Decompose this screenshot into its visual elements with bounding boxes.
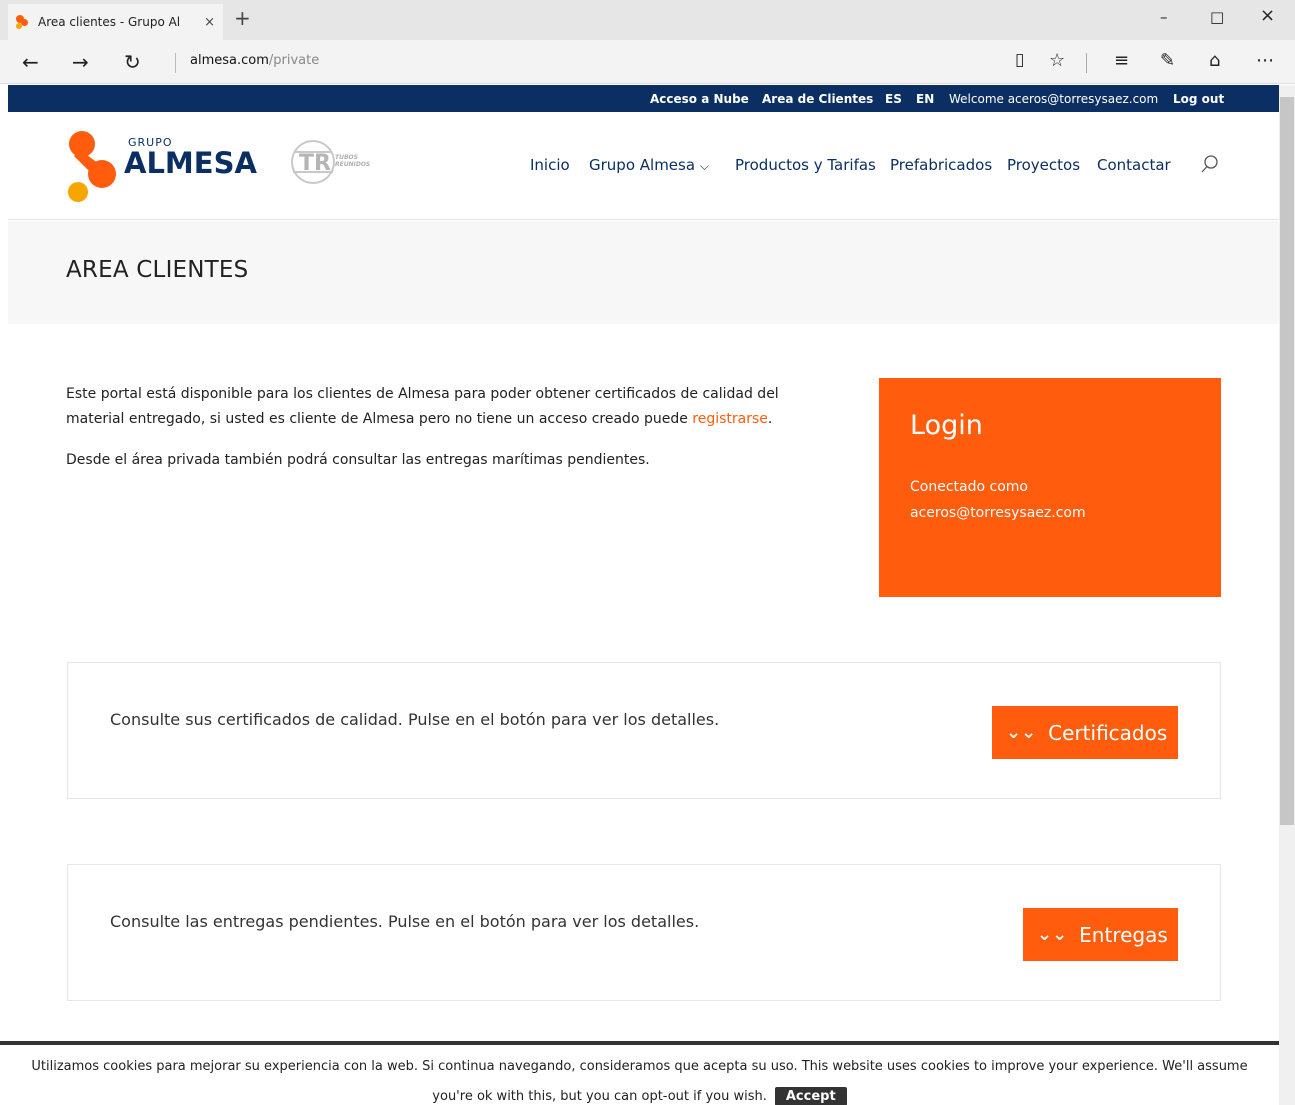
registrarse-link[interactable]: registrarse <box>692 411 768 427</box>
lang-en-link[interactable]: EN <box>916 92 934 106</box>
refresh-icon[interactable]: ↻ <box>124 50 141 74</box>
hub-icon[interactable]: ≡ <box>1114 50 1129 71</box>
double-chevron-down-icon: ⌄⌄ <box>1037 924 1068 945</box>
intro-text: Este portal está disponible para los cli… <box>66 382 806 489</box>
nav-inicio[interactable]: Inicio <box>530 156 570 174</box>
forward-icon[interactable]: → <box>72 50 89 74</box>
search-icon[interactable] <box>1200 154 1220 174</box>
cookie-banner: Utilizamos cookies para mejorar su exper… <box>0 1041 1279 1105</box>
window-close-icon[interactable]: × <box>1260 5 1275 26</box>
svg-text:TR: TR <box>299 151 331 176</box>
connected-as-label: Conectado como <box>910 479 1028 495</box>
accept-cookies-button[interactable]: Accept <box>774 1087 847 1105</box>
share-icon[interactable]: ⌂ <box>1209 50 1220 71</box>
certificados-button[interactable]: ⌄⌄ Certificados <box>992 706 1178 759</box>
lang-es-link[interactable]: ES <box>885 92 902 106</box>
site-header: GRUPO ALMESA TR TUBOS REUNIDOS Inicio Gr… <box>8 112 1279 220</box>
url-field[interactable]: almesa.com/private <box>190 53 319 68</box>
browser-tab[interactable]: Area clientes - Grupo Al × <box>8 4 223 40</box>
area-clientes-link[interactable]: Area de Clientes <box>762 92 873 106</box>
more-icon[interactable]: ⋯ <box>1256 50 1274 71</box>
login-box: Login Conectado como aceros@torresysaez.… <box>879 378 1221 597</box>
welcome-text: Welcome aceros@torresysaez.com <box>949 92 1159 106</box>
browser-tab-bar: Area clientes - Grupo Al × + – □ × <box>0 0 1295 40</box>
page-title-band: AREA CLIENTES <box>8 221 1279 324</box>
nav-prefabricados[interactable]: Prefabricados <box>890 156 992 174</box>
tab-title: Area clientes - Grupo Al <box>38 15 181 29</box>
acceso-nube-link[interactable]: Acceso a Nube <box>650 92 749 106</box>
nav-contactar[interactable]: Contactar <box>1097 156 1171 174</box>
tubos-reunidos-logo: TR TUBOS REUNIDOS <box>291 138 381 186</box>
reading-view-icon[interactable]: ▯ <box>1015 50 1024 70</box>
logout-link[interactable]: Log out <box>1173 92 1224 106</box>
almesa-logo-icon[interactable] <box>66 130 126 202</box>
entregas-panel: Consulte las entregas pendientes. Pulse … <box>67 864 1221 1001</box>
intro-paragraph-2: Desde el área privada también podrá cons… <box>66 452 650 468</box>
favorite-star-icon[interactable]: ☆ <box>1049 50 1065 71</box>
minimize-icon[interactable]: – <box>1160 8 1168 26</box>
maximize-icon[interactable]: □ <box>1210 8 1224 26</box>
top-utility-bar: Acceso a Nube Area de Clientes ES EN Wel… <box>8 85 1279 112</box>
intro-paragraph-1: Este portal está disponible para los cli… <box>66 386 779 427</box>
web-note-icon[interactable]: ✎ <box>1160 50 1175 71</box>
certificados-panel: Consulte sus certificados de calidad. Pu… <box>67 662 1221 799</box>
nav-proyectos[interactable]: Proyectos <box>1007 156 1080 174</box>
chevron-down-icon: ⌵ <box>699 159 709 173</box>
cookie-text-line-1: Utilizamos cookies para mejorar su exper… <box>31 1059 1248 1074</box>
back-icon[interactable]: ← <box>22 50 39 74</box>
page-scrollbar[interactable] <box>1279 85 1295 1105</box>
almesa-favicon-icon <box>16 15 30 29</box>
double-chevron-down-icon: ⌄⌄ <box>1006 722 1037 743</box>
entregas-text: Consulte las entregas pendientes. Pulse … <box>110 912 700 931</box>
entregas-button[interactable]: ⌄⌄ Entregas <box>1023 908 1178 961</box>
cookie-text-line-2: you're ok with this, but you can opt-out… <box>0 1087 1279 1105</box>
certificados-text: Consulte sus certificados de calidad. Pu… <box>110 710 720 729</box>
login-title: Login <box>910 410 983 441</box>
tubos-reunidos-text: TUBOS REUNIDOS <box>335 154 371 168</box>
connected-email: aceros@torresysaez.com <box>910 505 1086 521</box>
nav-productos-tarifas[interactable]: Productos y Tarifas <box>735 156 876 174</box>
new-tab-icon[interactable]: + <box>234 6 251 30</box>
page-title: AREA CLIENTES <box>66 257 249 283</box>
nav-grupo-almesa[interactable]: Grupo Almesa ⌵ <box>589 156 709 174</box>
scrollbar-thumb[interactable] <box>1280 97 1294 825</box>
browser-address-bar: ← → ↻ almesa.com/private ▯ ☆ ≡ ✎ ⌂ ⋯ <box>0 40 1295 84</box>
logo-almesa-text: ALMESA <box>124 146 257 180</box>
tab-close-icon[interactable]: × <box>204 15 215 30</box>
